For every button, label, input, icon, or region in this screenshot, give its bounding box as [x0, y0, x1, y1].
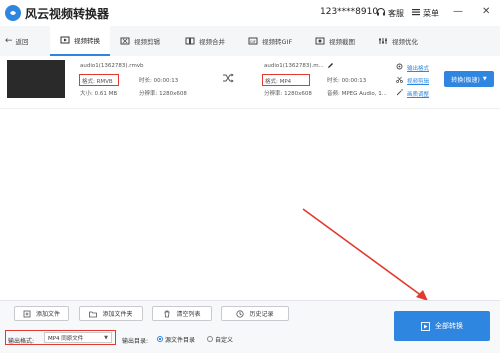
add-file-label: 添加文件 [35, 311, 60, 318]
convert-all-label: 全部转换 [435, 322, 463, 330]
clock-icon [236, 309, 245, 318]
add-file-button[interactable]: 添加文件 [14, 306, 69, 321]
clear-list-label: 清空列表 [176, 311, 201, 318]
trash-icon [164, 310, 170, 317]
folder-icon [89, 311, 98, 317]
add-folder-label: 添加文件夹 [102, 311, 133, 318]
convert-all-button[interactable]: 全部转换 [394, 311, 490, 341]
chevron-down-icon: ▼ [104, 334, 108, 341]
dir-source-label[interactable]: 源文件目录 [165, 335, 195, 344]
dir-source-radio[interactable] [157, 336, 163, 342]
output-dir-label: 输出目录: [122, 338, 149, 345]
history-button[interactable]: 历史记录 [221, 306, 289, 321]
add-file-icon [23, 310, 31, 317]
history-label: 历史记录 [249, 311, 274, 318]
dir-custom-label[interactable]: 自定义 [215, 335, 233, 344]
add-folder-button[interactable]: 添加文件夹 [79, 306, 143, 321]
output-format-select[interactable]: MP4 同原文件 ▼ [44, 332, 112, 343]
clear-list-button[interactable]: 清空列表 [152, 306, 212, 321]
output-format-value: MP4 同原文件 [48, 335, 84, 342]
convert-icon [421, 321, 430, 331]
dir-custom-radio[interactable] [207, 336, 213, 342]
